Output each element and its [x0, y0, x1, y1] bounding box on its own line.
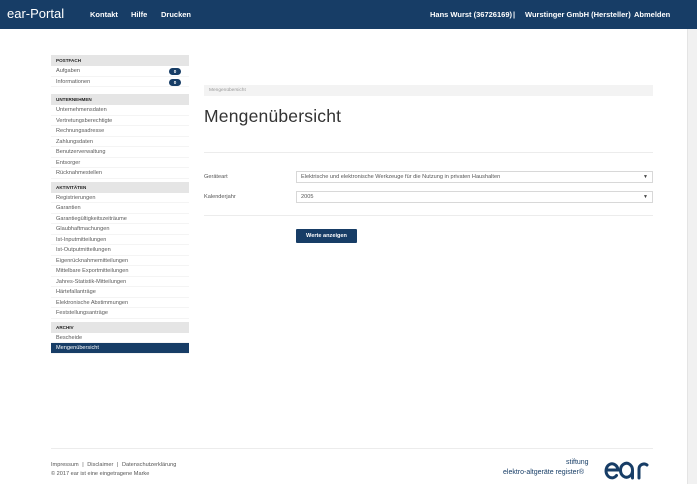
- sidebar-heading-unternehmen: UNTERNEHMEN: [51, 94, 189, 105]
- nav-drucken[interactable]: Drucken: [161, 10, 191, 19]
- sidebar-item-ruecknahmestellen[interactable]: Rücknahmestellen: [51, 168, 189, 179]
- breadcrumb: Mengenübersicht: [204, 85, 653, 96]
- brand-logo[interactable]: ear-Portal: [7, 6, 64, 21]
- sidebar-item-eigenruecknahmemitteilungen[interactable]: Eigenrücknahmemitteilungen: [51, 256, 189, 266]
- sidebar-item-benutzerverwaltung[interactable]: Benutzerverwaltung: [51, 147, 189, 158]
- kalenderjahr-label: Kalenderjahr: [204, 194, 236, 200]
- divider: [204, 152, 653, 153]
- sidebar-item-ist-outputmitteilungen[interactable]: Ist-Outputmitteilungen: [51, 245, 189, 256]
- sidebar-item-feststellungsantraege[interactable]: Feststellungsanträge: [51, 308, 189, 319]
- chevron-down-icon: ▼: [643, 174, 648, 180]
- divider: [204, 215, 653, 216]
- sidebar-item-vertretungsberechtigte[interactable]: Vertretungsberechtigte: [51, 116, 189, 126]
- datenschutz-link[interactable]: Datenschutzerklärung: [122, 462, 176, 468]
- sidebar-item-mittelbare-exportmitteilungen[interactable]: Mittelbare Exportmitteilungen: [51, 266, 189, 277]
- sidebar-item-informationen[interactable]: Informationen 0: [51, 77, 189, 87]
- sidebar-heading-postfach: POSTFACH: [51, 55, 189, 66]
- sidebar-item-garantiegueltigkeitszeitraeume[interactable]: Garantiegültigkeitszeiträume: [51, 214, 189, 224]
- sidebar-item-label: Informationen: [56, 78, 91, 85]
- chevron-down-icon: ▼: [643, 194, 648, 200]
- sidebar-item-glaubhaftmachungen[interactable]: Glaubhaftmachungen: [51, 224, 189, 235]
- footer-separator: |: [116, 462, 119, 468]
- page-frame-margin: [688, 29, 697, 484]
- geraeteart-select[interactable]: Elektrische und elektronische Werkzeuge …: [296, 171, 653, 183]
- sidebar-item-rechnungsadresse[interactable]: Rechnungsadresse: [51, 126, 189, 137]
- werte-anzeigen-button[interactable]: Werte anzeigen: [296, 229, 357, 243]
- sidebar-heading-archiv: ARCHIV: [51, 321, 189, 333]
- geraeteart-label: Geräteart: [204, 174, 228, 180]
- nav-hilfe[interactable]: Hilfe: [131, 10, 147, 19]
- footer-separator: |: [82, 462, 84, 468]
- sidebar-item-jahres-statistik-mitteilungen[interactable]: Jahres-Statistik-Mitteilungen: [51, 277, 189, 287]
- nav-kontakt[interactable]: Kontakt: [90, 10, 118, 19]
- logo-text-register: elektro-altgeräte register®: [503, 469, 585, 476]
- count-badge: 0: [169, 78, 181, 86]
- sidebar-item-elektronische-abstimmungen[interactable]: Elektronische Abstimmungen: [51, 298, 189, 308]
- sidebar-item-garantien[interactable]: Garantien: [51, 203, 189, 214]
- logo-text-stiftung: stiftung: [566, 459, 589, 466]
- header-separator: |: [513, 10, 516, 19]
- sidebar-item-label: Aufgaben: [56, 68, 80, 74]
- sidebar-heading-aktivitaeten: AKTIVITÄTEN: [51, 181, 189, 193]
- count-badge: 0: [169, 68, 181, 75]
- company-name: Wurstinger GmbH (Hersteller): [525, 10, 631, 19]
- disclaimer-link[interactable]: Disclaimer: [87, 462, 113, 468]
- ear-logo-icon: [604, 461, 649, 480]
- sidebar-item-zahlungsdaten[interactable]: Zahlungsdaten: [51, 137, 189, 147]
- top-navigation-bar: ear-Portal Kontakt Hilfe Drucken Hans Wu…: [0, 0, 697, 29]
- user-name: Hans Wurst (36726169): [430, 10, 512, 19]
- copyright-text: © 2017 ear ist eine eingetragene Marke: [51, 471, 150, 477]
- sidebar-item-registrierungen[interactable]: Registrierungen: [51, 193, 189, 203]
- logout-link[interactable]: Abmelden: [634, 10, 670, 19]
- footer-links: Impressum | Disclaimer | Datenschutzerkl…: [51, 462, 176, 468]
- sidebar-item-bescheide[interactable]: Bescheide: [51, 333, 189, 343]
- footer-divider: [51, 448, 653, 449]
- sidebar-item-entsorger[interactable]: Entsorger: [51, 158, 189, 168]
- sidebar-item-haertefallantraege[interactable]: Härtefallanträge: [51, 287, 189, 298]
- sidebar-item-aufgaben[interactable]: Aufgaben 0: [51, 66, 189, 77]
- kalenderjahr-select[interactable]: 2005 ▼: [296, 191, 653, 203]
- geraeteart-selected-value: Elektrische und elektronische Werkzeuge …: [301, 174, 501, 180]
- kalenderjahr-selected-value: 2005: [301, 194, 314, 200]
- page-title: Mengenübersicht: [204, 106, 342, 126]
- impressum-link[interactable]: Impressum: [51, 462, 79, 468]
- sidebar-item-unternehmensdaten[interactable]: Unternehmensdaten: [51, 105, 189, 116]
- sidebar-item-mengenuebersicht[interactable]: Mengenübersicht: [51, 343, 189, 354]
- sidebar-item-ist-inputmitteilungen[interactable]: Ist-Inputmitteilungen: [51, 235, 189, 245]
- sidebar: POSTFACH Aufgaben 0 Informationen 0 UNTE…: [51, 55, 189, 354]
